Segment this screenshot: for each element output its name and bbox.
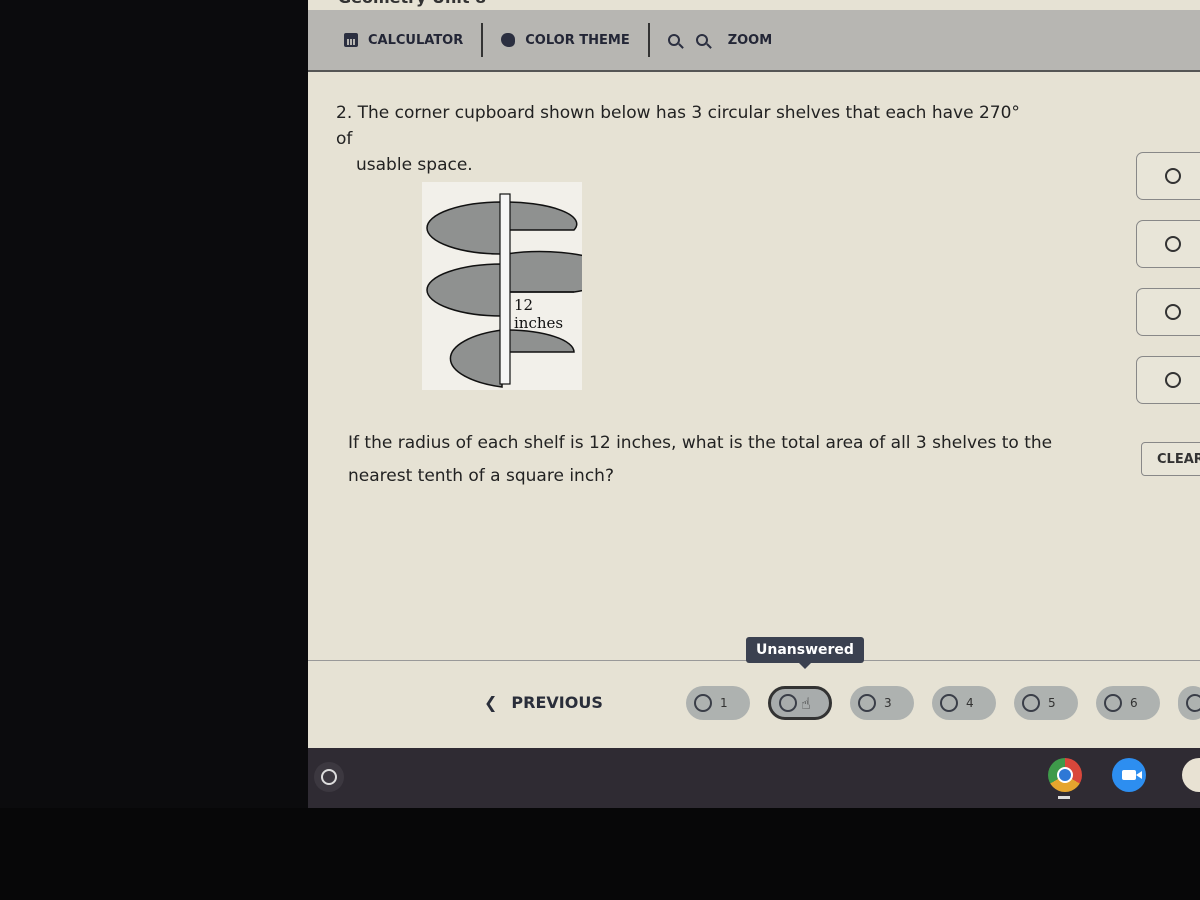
- os-shelf: [308, 748, 1200, 808]
- question-line-2: usable space.: [356, 155, 473, 175]
- radio-icon: [1165, 168, 1181, 184]
- previous-button[interactable]: ❮ PREVIOUS: [484, 693, 603, 712]
- question-number: 2.: [336, 103, 353, 123]
- zoom-in-icon[interactable]: [695, 34, 708, 46]
- question-pill-1[interactable]: 1: [686, 686, 750, 720]
- question-area: 2. The corner cupboard shown below has 3…: [308, 72, 1200, 662]
- video-camera-icon: [1122, 770, 1142, 780]
- color-theme-button[interactable]: COLOR THEME: [483, 33, 647, 48]
- app-running-indicator: [1058, 796, 1070, 799]
- calculator-button[interactable]: CALCULATOR: [308, 33, 481, 48]
- shelf-1-right: [501, 201, 578, 231]
- palette-icon: [501, 33, 516, 47]
- pill-number: 1: [720, 696, 728, 710]
- subquestion-text: If the radius of each shelf is 12 inches…: [348, 427, 1078, 493]
- screen: Geometry Unit 8 CALCULATOR COLOR THEME Z…: [308, 0, 1200, 808]
- previous-label: PREVIOUS: [511, 693, 603, 712]
- answer-choice-d[interactable]: [1136, 356, 1200, 404]
- hand-cursor-icon: ☝: [801, 693, 811, 713]
- status-circle-icon: [1022, 694, 1040, 712]
- screen-bezel: [0, 808, 1200, 900]
- zoom-controls: ZOOM: [650, 33, 790, 48]
- question-navigator: 1 ☝ 3 4 5 6: [686, 686, 1200, 720]
- radius-label: 12 inches: [514, 296, 564, 332]
- launcher-icon: [321, 769, 337, 785]
- clear-button[interactable]: CLEAR: [1141, 442, 1200, 476]
- zoom-label: ZOOM: [727, 32, 773, 48]
- chevron-left-icon: ❮: [484, 693, 498, 712]
- status-circle-icon: [858, 694, 876, 712]
- shelf-3-right: [505, 329, 575, 353]
- launcher-button[interactable]: [314, 762, 344, 792]
- answer-choice-c[interactable]: [1136, 288, 1200, 336]
- pill-number: 4: [966, 696, 974, 710]
- radio-icon: [1165, 372, 1181, 388]
- zoom-out-icon[interactable]: [667, 34, 680, 46]
- question-text: 2. The corner cupboard shown below has 3…: [336, 100, 1036, 178]
- subquestion-line-2: nearest tenth of a square inch?: [348, 466, 614, 486]
- answer-choice-b[interactable]: [1136, 220, 1200, 268]
- toolbar: CALCULATOR COLOR THEME ZOOM: [308, 10, 1200, 72]
- shelf-2-right: [505, 250, 614, 293]
- answer-choices: [1136, 152, 1200, 424]
- pill-number: 6: [1130, 696, 1138, 710]
- calculator-icon: [344, 33, 358, 47]
- subquestion-line-1: If the radius of each shelf is 12 inches…: [348, 433, 1053, 453]
- status-circle-icon: [1186, 694, 1200, 712]
- calculator-label: CALCULATOR: [368, 32, 464, 48]
- status-circle-icon: [1104, 694, 1122, 712]
- question-pill-5[interactable]: 5: [1014, 686, 1078, 720]
- question-pill-6[interactable]: 6: [1096, 686, 1160, 720]
- window-title: Geometry Unit 8: [338, 0, 486, 7]
- question-pill-3[interactable]: 3: [850, 686, 914, 720]
- zoom-app-icon[interactable]: [1112, 758, 1146, 792]
- shelves-diagram: [426, 193, 614, 388]
- status-circle-icon: [694, 694, 712, 712]
- shelf-2-left: [426, 263, 503, 317]
- pill-number: 3: [884, 696, 892, 710]
- cupboard-figure: 12 inches: [422, 182, 614, 390]
- shelf-1-left: [426, 201, 503, 255]
- question-line-1: The corner cupboard shown below has 3 ci…: [336, 103, 1020, 149]
- question-pill-4[interactable]: 4: [932, 686, 996, 720]
- unanswered-tooltip: Unanswered: [746, 637, 864, 669]
- answer-choice-a[interactable]: [1136, 152, 1200, 200]
- radio-icon: [1165, 236, 1181, 252]
- question-pill-2[interactable]: ☝: [768, 686, 832, 720]
- pill-number: 5: [1048, 696, 1056, 710]
- app-icon[interactable]: [1182, 758, 1200, 792]
- status-circle-icon: [940, 694, 958, 712]
- color-theme-label: COLOR THEME: [525, 32, 630, 48]
- status-circle-icon: [779, 694, 797, 712]
- question-pill-7[interactable]: [1178, 686, 1200, 720]
- shelf-3-left: [449, 329, 503, 388]
- radio-icon: [1165, 304, 1181, 320]
- cupboard-pole: [499, 193, 511, 385]
- chrome-icon[interactable]: [1048, 758, 1082, 792]
